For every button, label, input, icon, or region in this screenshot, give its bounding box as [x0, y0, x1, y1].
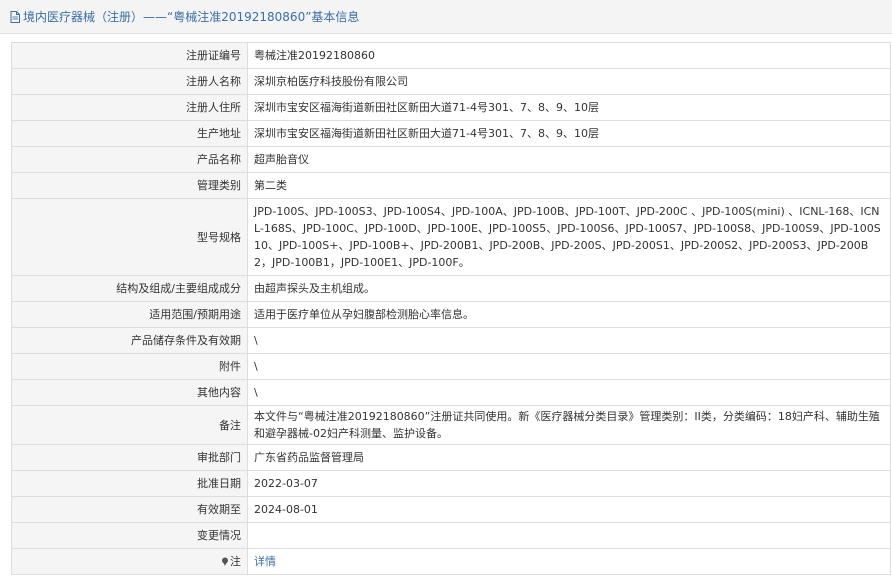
table-row: 产品名称 超声胎音仪: [11, 146, 891, 173]
row-value: 广东省药品监督管理局: [247, 444, 891, 471]
table-row: 有效期至 2024-08-01: [11, 496, 891, 523]
table-row: 变更情况: [11, 522, 891, 549]
row-label: 适用范围/预期用途: [11, 301, 248, 328]
table-row: 产品储存条件及有效期 \: [11, 327, 891, 354]
row-label: 注册人住所: [11, 94, 248, 121]
details-link[interactable]: 详情: [254, 555, 276, 568]
row-value: \: [247, 353, 891, 380]
row-value: 粤械注准20192180860: [247, 42, 891, 69]
row-label: 有效期至: [11, 496, 248, 523]
table-row: 审批部门 广东省药品监督管理局: [11, 444, 891, 471]
row-label-note: 注: [11, 548, 248, 575]
table-row: 备注 本文件与“粤械注准20192180860”注册证共同使用。新《医疗器械分类…: [11, 405, 891, 445]
row-value: 2024-08-01: [247, 496, 891, 523]
table-row: 型号规格 JPD-100S、JPD-100S3、JPD-100S4、JPD-10…: [11, 198, 891, 276]
row-value: [247, 522, 891, 549]
row-value: 深圳市宝安区福海街道新田社区新田大道71-4号301、7、8、9、10层: [247, 120, 891, 147]
info-table: 注册证编号 粤械注准20192180860 注册人名称 深圳京柏医疗科技股份有限…: [11, 42, 891, 575]
row-value: 第二类: [247, 172, 891, 199]
row-label: 管理类别: [11, 172, 248, 199]
row-value: \: [247, 379, 891, 406]
row-value: 详情: [247, 548, 891, 575]
page-header: 境内医疗器械（注册）——“粤械注准20192180860”基本信息: [0, 0, 892, 34]
row-label: 附件: [11, 353, 248, 380]
row-label: 型号规格: [11, 198, 248, 276]
row-value: \: [247, 327, 891, 354]
row-label: 批准日期: [11, 470, 248, 497]
page-title: 境内医疗器械（注册）——“粤械注准20192180860”基本信息: [23, 10, 360, 24]
row-label: 备注: [11, 405, 248, 445]
table-row: 注册人住所 深圳市宝安区福海街道新田社区新田大道71-4号301、7、8、9、1…: [11, 94, 891, 121]
row-value: 适用于医疗单位从孕妇腹部检测胎心率信息。: [247, 301, 891, 328]
note-label: 注: [230, 555, 241, 568]
row-label: 变更情况: [11, 522, 248, 549]
document-icon: [10, 10, 20, 23]
table-row: 注册人名称 深圳京柏医疗科技股份有限公司: [11, 68, 891, 95]
row-label: 产品储存条件及有效期: [11, 327, 248, 354]
pin-icon: [221, 554, 229, 566]
row-value: 深圳市宝安区福海街道新田社区新田大道71-4号301、7、8、9、10层: [247, 94, 891, 121]
row-label: 结构及组成/主要组成成分: [11, 275, 248, 302]
row-label: 审批部门: [11, 444, 248, 471]
row-value: 由超声探头及主机组成。: [247, 275, 891, 302]
row-label: 产品名称: [11, 146, 248, 173]
table-row: 管理类别 第二类: [11, 172, 891, 199]
row-label: 注册人名称: [11, 68, 248, 95]
table-row: 注 详情: [11, 548, 891, 575]
row-value: 超声胎音仪: [247, 146, 891, 173]
table-row: 结构及组成/主要组成成分 由超声探头及主机组成。: [11, 275, 891, 302]
row-value: 2022-03-07: [247, 470, 891, 497]
table-row: 附件 \: [11, 353, 891, 380]
table-row: 生产地址 深圳市宝安区福海街道新田社区新田大道71-4号301、7、8、9、10…: [11, 120, 891, 147]
row-value: 深圳京柏医疗科技股份有限公司: [247, 68, 891, 95]
row-value: JPD-100S、JPD-100S3、JPD-100S4、JPD-100A、JP…: [247, 198, 891, 276]
row-label: 生产地址: [11, 120, 248, 147]
row-value: 本文件与“粤械注准20192180860”注册证共同使用。新《医疗器械分类目录》…: [247, 405, 891, 445]
row-label: 其他内容: [11, 379, 248, 406]
table-row: 适用范围/预期用途 适用于医疗单位从孕妇腹部检测胎心率信息。: [11, 301, 891, 328]
table-row: 批准日期 2022-03-07: [11, 470, 891, 497]
table-row: 注册证编号 粤械注准20192180860: [11, 42, 891, 69]
row-label: 注册证编号: [11, 42, 248, 69]
table-row: 其他内容 \: [11, 379, 891, 406]
